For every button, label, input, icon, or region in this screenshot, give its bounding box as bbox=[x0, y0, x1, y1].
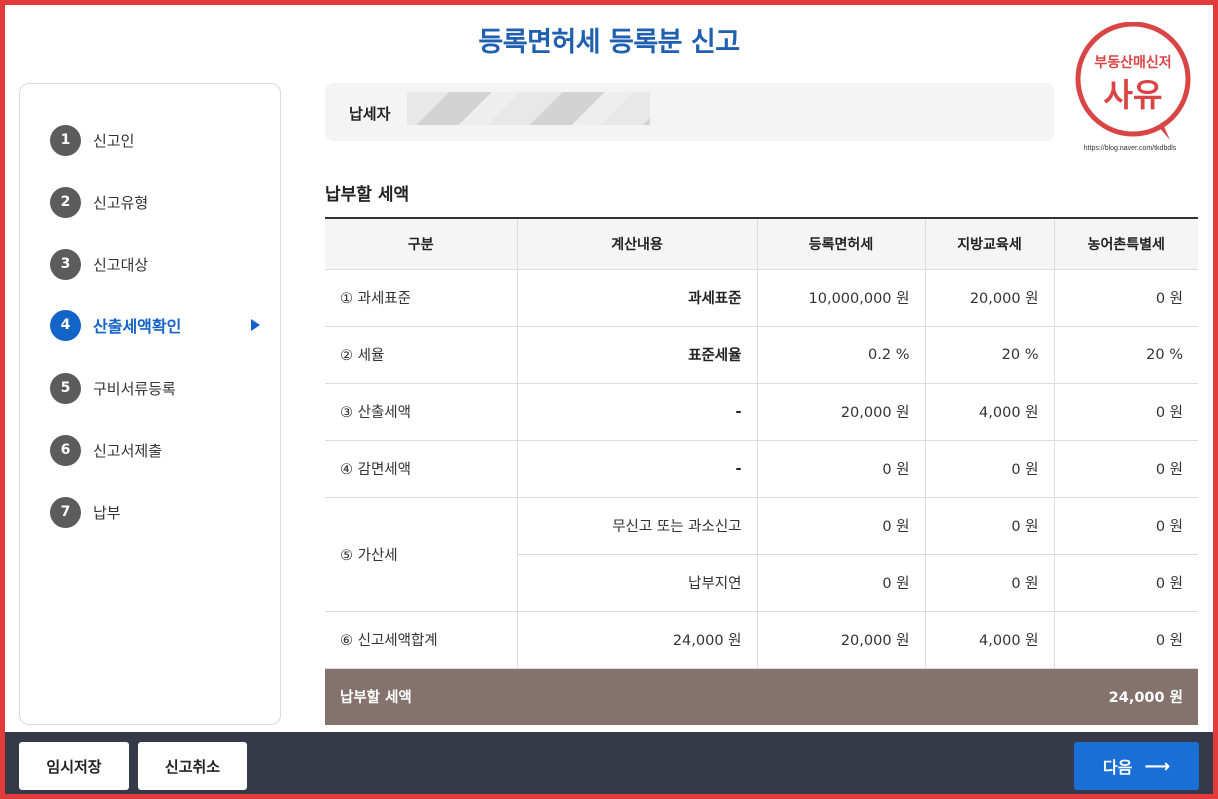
row-registration-tax: 0 원 bbox=[757, 497, 926, 555]
row-calc: 납부지연 bbox=[517, 554, 758, 612]
row-registration-tax: 20,000 원 bbox=[757, 611, 926, 669]
step-number: 6 bbox=[50, 434, 81, 466]
page-title: 등록면허세 등록분 신고 bbox=[478, 27, 740, 58]
step-label: 납부 bbox=[93, 503, 121, 522]
payer-label: 납세자 bbox=[349, 105, 391, 123]
table-row: ① 과세표준 과세표준 10,000,000 원 20,000 원 0 원 bbox=[325, 269, 1198, 327]
step-4-active[interactable]: 4 산출세액확인 bbox=[50, 309, 260, 341]
row-registration-tax: 20,000 원 bbox=[757, 383, 926, 441]
row-rural-tax: 0 원 bbox=[1054, 554, 1198, 612]
column-header: 구분 bbox=[325, 218, 518, 270]
temp-save-button[interactable]: 임시저장 bbox=[19, 742, 129, 790]
step-number: 1 bbox=[50, 124, 81, 156]
table-row: ② 세율 표준세율 0.2 % 20 % 20 % bbox=[325, 326, 1198, 384]
step-number: 5 bbox=[50, 372, 81, 404]
row-registration-tax: 0 원 bbox=[757, 440, 926, 498]
row-category: ② 세율 bbox=[325, 326, 518, 384]
tax-table: 구분 계산내용 등록면허세 지방교육세 농어촌특별세 ① 과세표준 과세표준 1… bbox=[325, 217, 1198, 725]
blog-stamp-logo: 부동산매신저 사유 bbox=[1075, 22, 1191, 140]
row-category: ① 과세표준 bbox=[325, 269, 518, 327]
step-2[interactable]: 2 신고유형 bbox=[50, 186, 260, 218]
total-label: 납부할 세액 bbox=[325, 668, 757, 725]
row-category: ③ 산출세액 bbox=[325, 383, 518, 441]
step-3[interactable]: 3 신고대상 bbox=[50, 248, 260, 280]
step-number: 4 bbox=[50, 309, 81, 341]
row-rural-tax: 0 원 bbox=[1054, 383, 1198, 441]
cancel-report-button[interactable]: 신고취소 bbox=[138, 742, 247, 790]
bottom-action-bar: 임시저장 신고취소 다음 ⟶ bbox=[0, 732, 1218, 799]
row-rural-tax: 0 원 bbox=[1054, 611, 1198, 669]
row-calc: 과세표준 bbox=[517, 269, 758, 327]
row-calc: 표준세율 bbox=[517, 326, 758, 384]
next-button-label: 다음 bbox=[1102, 758, 1133, 777]
step-6[interactable]: 6 신고서제출 bbox=[50, 434, 260, 466]
column-header: 계산내용 bbox=[517, 218, 758, 270]
row-calc: 24,000 원 bbox=[517, 611, 758, 669]
step-label: 신고유형 bbox=[93, 193, 149, 212]
step-label: 구비서류등록 bbox=[93, 379, 176, 398]
step-label: 산출세액확인 bbox=[93, 317, 182, 336]
total-row: 납부할 세액 24,000 원 bbox=[325, 668, 1198, 725]
row-registration-tax: 0.2 % bbox=[757, 326, 926, 384]
row-calc: 무신고 또는 과소신고 bbox=[517, 497, 758, 555]
row-calc: - bbox=[517, 440, 758, 498]
row-calc: - bbox=[517, 383, 758, 441]
row-rural-tax: 0 원 bbox=[1054, 269, 1198, 327]
step-1[interactable]: 1 신고인 bbox=[50, 124, 260, 156]
arrow-right-icon: ⟶ bbox=[1144, 755, 1171, 777]
row-education-tax: 0 원 bbox=[925, 554, 1055, 612]
table-header-row: 구분 계산내용 등록면허세 지방교육세 농어촌특별세 bbox=[325, 218, 1198, 270]
row-registration-tax: 0 원 bbox=[757, 554, 926, 612]
next-button[interactable]: 다음 ⟶ bbox=[1074, 742, 1199, 790]
payer-box: 납세자 bbox=[325, 83, 1054, 141]
payer-name-redacted bbox=[407, 92, 650, 125]
row-education-tax: 0 원 bbox=[925, 440, 1055, 498]
row-education-tax: 20 % bbox=[925, 326, 1055, 384]
stamp-line2: 사유 bbox=[1104, 76, 1163, 114]
stamp-url: https://blog.naver.com/tkdbdls bbox=[1083, 145, 1177, 152]
step-number: 3 bbox=[50, 248, 81, 280]
step-number: 2 bbox=[50, 186, 81, 218]
row-education-tax: 0 원 bbox=[925, 497, 1055, 555]
step-5[interactable]: 5 구비서류등록 bbox=[50, 372, 260, 404]
step-7[interactable]: 7 납부 bbox=[50, 496, 260, 528]
row-rural-tax: 0 원 bbox=[1054, 497, 1198, 555]
row-category: ④ 감면세액 bbox=[325, 440, 518, 498]
table-row: ③ 산출세액 - 20,000 원 4,000 원 0 원 bbox=[325, 383, 1198, 441]
current-step-arrow-icon bbox=[251, 319, 260, 331]
column-header: 지방교육세 bbox=[925, 218, 1055, 270]
row-rural-tax: 20 % bbox=[1054, 326, 1198, 384]
row-education-tax: 4,000 원 bbox=[925, 383, 1055, 441]
table-row: ⑤ 가산세 무신고 또는 과소신고 0 원 0 원 0 원 bbox=[325, 497, 1198, 612]
step-label: 신고서제출 bbox=[93, 441, 163, 460]
step-label: 신고인 bbox=[93, 131, 135, 150]
total-value: 24,000 원 bbox=[757, 668, 1198, 725]
row-category: ⑤ 가산세 bbox=[325, 497, 518, 612]
step-sidebar: 1 신고인 2 신고유형 3 신고대상 4 산출세액확인 5 구비서류등록 6 … bbox=[19, 83, 281, 725]
row-category: ⑥ 신고세액합계 bbox=[325, 611, 518, 669]
column-header: 등록면허세 bbox=[757, 218, 926, 270]
row-rural-tax: 0 원 bbox=[1054, 440, 1198, 498]
row-education-tax: 4,000 원 bbox=[925, 611, 1055, 669]
table-row: ⑥ 신고세액합계 24,000 원 20,000 원 4,000 원 0 원 bbox=[325, 611, 1198, 669]
table-row: ④ 감면세액 - 0 원 0 원 0 원 bbox=[325, 440, 1198, 498]
column-header: 농어촌특별세 bbox=[1054, 218, 1198, 270]
step-number: 7 bbox=[50, 496, 81, 528]
section-title: 납부할 세액 bbox=[325, 185, 410, 205]
row-education-tax: 20,000 원 bbox=[925, 269, 1055, 327]
stamp-line1: 부동산매신저 bbox=[1094, 54, 1171, 71]
row-registration-tax: 10,000,000 원 bbox=[757, 269, 926, 327]
step-label: 신고대상 bbox=[93, 255, 149, 274]
